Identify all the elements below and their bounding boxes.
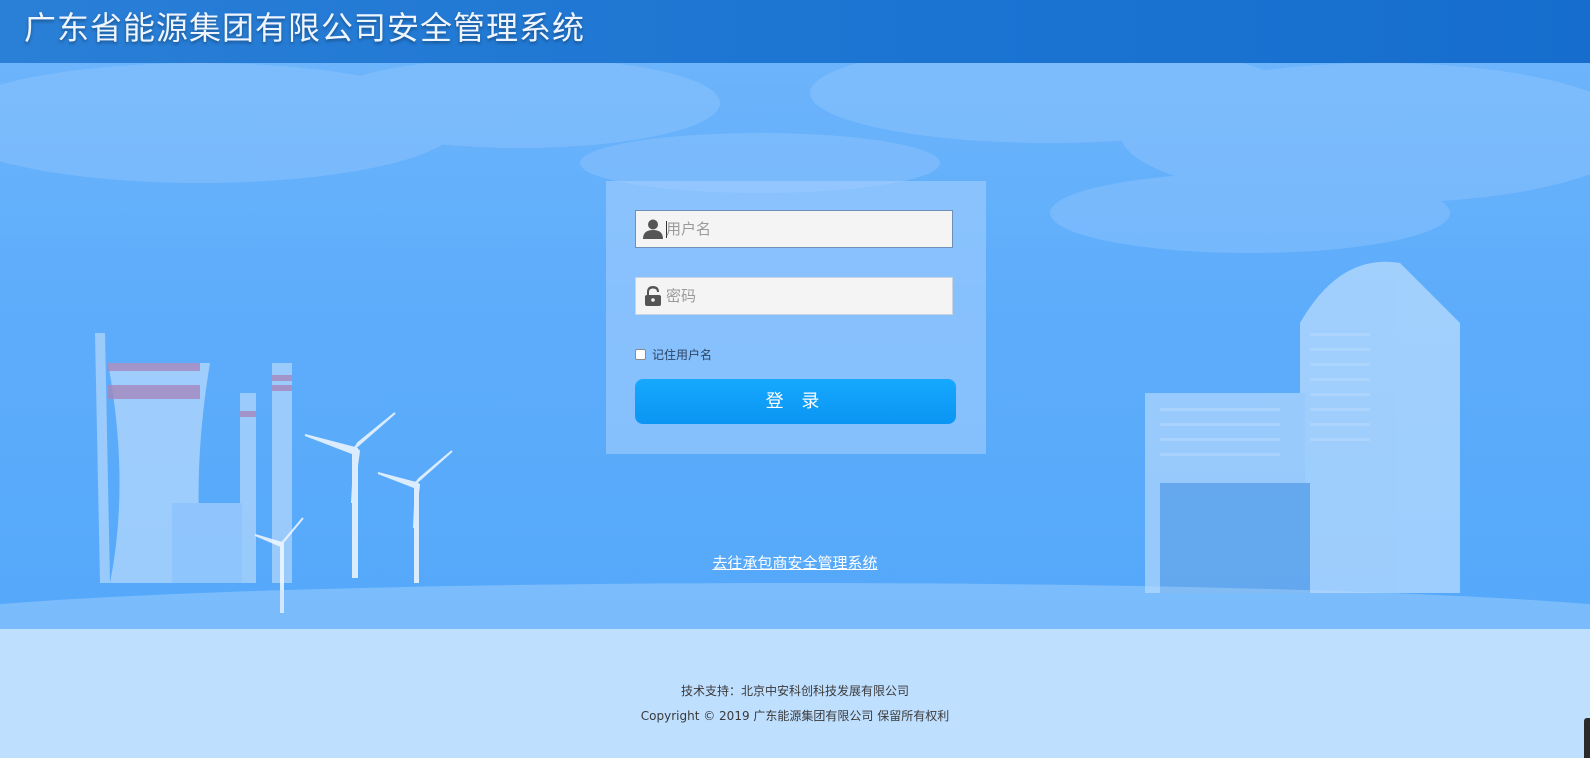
- system-title: 广东省能源集团有限公司安全管理系统: [24, 9, 586, 47]
- remember-username[interactable]: 记住用户名: [635, 346, 712, 363]
- remember-label: 记住用户名: [652, 348, 713, 362]
- contractor-system-link[interactable]: 去往承包商安全管理系统: [712, 554, 877, 572]
- password-input[interactable]: [666, 278, 950, 314]
- user-icon: [643, 219, 663, 239]
- top-header: 广东省能源集团有限公司安全管理系统: [0, 0, 1590, 63]
- login-page: 广东省能源集团有限公司安全管理系统 用户名 记住用户名 登 录 去往承包商安全管…: [0, 0, 1590, 758]
- hero-banner: 记住用户名 登 录 去往承包商安全管理系统: [0, 63, 1590, 629]
- username-field[interactable]: [635, 210, 953, 248]
- lock-icon: [645, 286, 661, 306]
- footer: 技术支持：北京中安科创科技发展有限公司 Copyright © 2019 广东能…: [0, 629, 1590, 758]
- remember-checkbox[interactable]: [635, 349, 646, 360]
- password-field[interactable]: [635, 277, 953, 315]
- power-plant-illustration: [95, 333, 292, 583]
- login-button[interactable]: 登 录: [635, 379, 956, 424]
- tech-support-text: 技术支持：北京中安科创科技发展有限公司: [680, 684, 909, 698]
- login-panel: 记住用户名 登 录: [606, 181, 986, 454]
- scrollbar-thumb[interactable]: [1584, 718, 1590, 758]
- contractor-system-link-row: 去往承包商安全管理系统: [0, 552, 1590, 573]
- buildings-illustration: [1145, 261, 1460, 593]
- username-input[interactable]: [666, 211, 950, 247]
- copyright-text: Copyright © 2019 广东能源集团有限公司 保留所有权利: [640, 709, 950, 723]
